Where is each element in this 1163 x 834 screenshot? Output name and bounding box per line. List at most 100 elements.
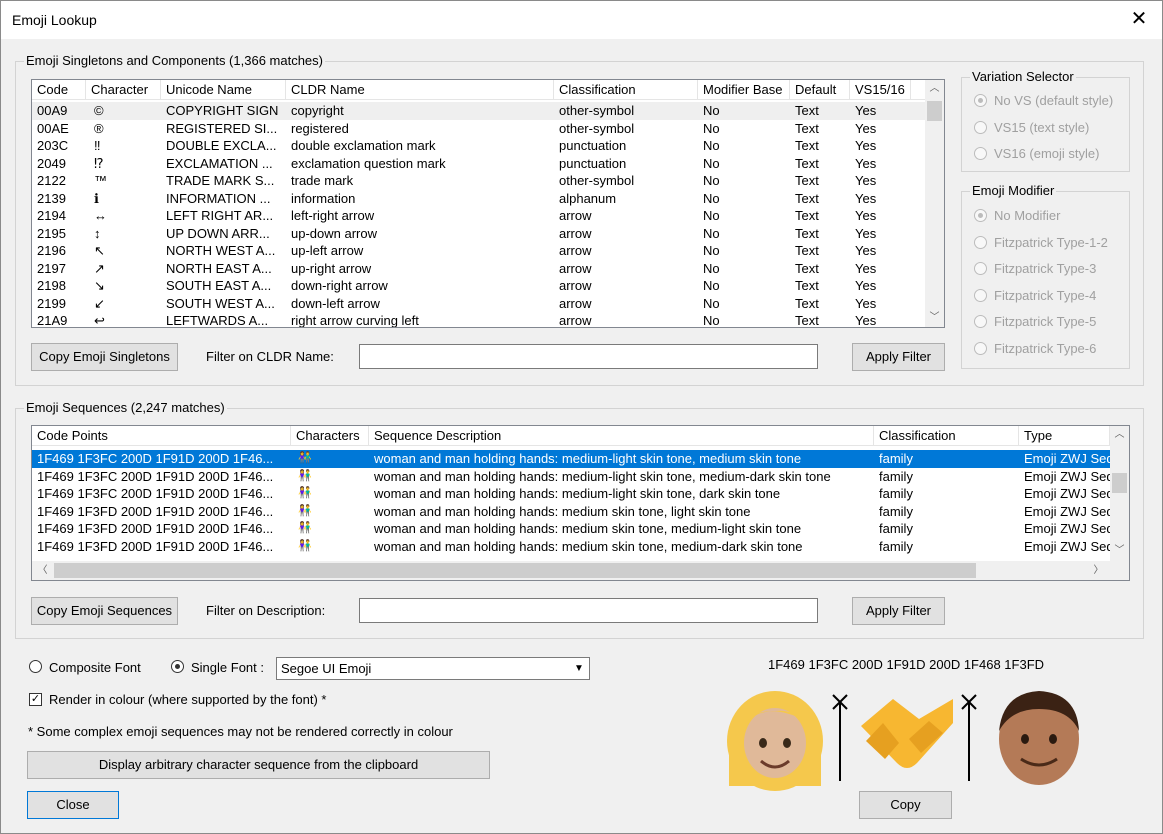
- table-row[interactable]: 1F469 1F3FC 200D 1F91D 200D 1F46... 👫 woma…: [32, 450, 1110, 468]
- apply-description-filter-button[interactable]: Apply Filter: [852, 597, 945, 625]
- table-cell: punctuation: [559, 155, 627, 171]
- table-row[interactable]: 2195 ↕ UP DOWN ARR... up-down arrow arrow No T…: [32, 225, 925, 243]
- table-row[interactable]: 2197 ↗ NORTH EAST A... up-right arrow arrow N…: [32, 260, 925, 278]
- table-row[interactable]: 2139 ℹ INFORMATION ... information alphanum N…: [32, 190, 925, 208]
- column-header[interactable]: Character: [86, 80, 161, 100]
- table-row[interactable]: 2199 ↙ SOUTH WEST A... down-left arrow arrow…: [32, 295, 925, 313]
- sequences-list[interactable]: Code Points Characters Sequence Descriptio…: [31, 425, 1130, 581]
- column-header[interactable]: Characters: [291, 426, 369, 446]
- table-cell: UP DOWN ARR...: [166, 225, 270, 241]
- scroll-up-icon[interactable]: ︿: [1111, 426, 1128, 443]
- copy-singletons-button[interactable]: Copy Emoji Singletons: [31, 343, 178, 371]
- table-cell: Text: [795, 225, 819, 241]
- table-cell: family: [879, 503, 913, 519]
- table-cell: Yes: [855, 190, 877, 206]
- column-header[interactable]: VS15/16: [850, 80, 911, 100]
- option-label: Fitzpatrick Type-5: [994, 314, 1097, 329]
- option-radio[interactable]: [974, 262, 987, 275]
- sequences-header: Code Points Characters Sequence Descriptio…: [32, 426, 1110, 446]
- table-cell: 1F469 1F3FC 200D 1F91D 200D 1F46...: [37, 451, 274, 466]
- table-row[interactable]: 00AE ® REGISTERED SI... registered other-sym…: [32, 120, 925, 138]
- column-header[interactable]: Classification: [874, 426, 1019, 446]
- table-cell: REGISTERED SI...: [166, 120, 278, 136]
- table-cell: ↗: [94, 260, 105, 276]
- table-row[interactable]: 1F469 1F3FD 200D 1F91D 200D 1F46... 👫 woma…: [32, 538, 1110, 556]
- composite-font-radio[interactable]: [29, 660, 42, 673]
- chevron-down-icon[interactable]: ▼: [569, 658, 589, 679]
- scroll-thumb[interactable]: [927, 101, 942, 121]
- column-header[interactable]: Modifier Base: [698, 80, 790, 100]
- table-row[interactable]: 203C ‼ DOUBLE EXCLA... double exclamation m…: [32, 137, 925, 155]
- column-header[interactable]: CLDR Name: [286, 80, 554, 100]
- emoji-lookup-window: Emoji Lookup ✕ Emoji Singletons and Comp…: [0, 0, 1163, 834]
- singletons-vscroll[interactable]: ︿ ﹀: [925, 80, 944, 327]
- option-radio[interactable]: [974, 94, 987, 107]
- copy-sequences-button[interactable]: Copy Emoji Sequences: [31, 597, 178, 625]
- description-filter-input[interactable]: [359, 598, 818, 623]
- table-cell: arrow: [559, 260, 592, 276]
- singletons-list[interactable]: Code Character Unicode Name CLDR Name Classi…: [31, 79, 945, 328]
- table-row[interactable]: 2122 ™ TRADE MARK S... trade mark other-symb…: [32, 172, 925, 190]
- scroll-thumb[interactable]: [54, 563, 976, 578]
- table-cell: Yes: [855, 225, 877, 241]
- table-cell: INFORMATION ...: [166, 190, 271, 206]
- scroll-left-icon[interactable]: 〈: [34, 562, 51, 579]
- option-radio[interactable]: [974, 209, 987, 222]
- scroll-up-icon[interactable]: ︿: [926, 80, 943, 97]
- table-row[interactable]: 2198 ↘ SOUTH EAST A... down-right arrow arro…: [32, 277, 925, 295]
- table-row[interactable]: 1F469 1F3FC 200D 1F91D 200D 1F46... 👫 woma…: [32, 485, 1110, 503]
- table-cell: 2194: [37, 208, 66, 223]
- cldr-filter-input[interactable]: [359, 344, 818, 369]
- table-cell: arrow: [559, 313, 592, 328]
- table-cell: 👫: [298, 452, 312, 464]
- table-row[interactable]: 00A9 © COPYRIGHT SIGN copyright other-symbol…: [32, 102, 925, 120]
- scroll-right-icon[interactable]: 〉: [1090, 562, 1107, 579]
- scroll-thumb[interactable]: [1112, 473, 1127, 493]
- option-radio[interactable]: [974, 120, 987, 134]
- table-cell: family: [879, 486, 913, 501]
- render-colour-checkbox[interactable]: ✓: [29, 693, 42, 706]
- column-header[interactable]: Code: [32, 80, 86, 100]
- column-header[interactable]: Sequence Description: [369, 426, 874, 446]
- table-cell: ‼: [94, 138, 101, 153]
- emoji-modifier-label: Emoji Modifier: [970, 183, 1057, 199]
- colour-note: * Some complex emoji sequences may not b…: [28, 724, 453, 739]
- table-cell: ®: [94, 120, 104, 136]
- column-header[interactable]: Unicode Name: [161, 80, 286, 100]
- close-button[interactable]: Close: [27, 791, 119, 819]
- copy-preview-button[interactable]: Copy: [859, 791, 952, 819]
- column-header[interactable]: Classification: [554, 80, 698, 100]
- display-clipboard-button[interactable]: Display arbitrary character sequence fro…: [27, 751, 490, 779]
- table-cell: DOUBLE EXCLA...: [166, 138, 277, 153]
- column-header[interactable]: Type: [1019, 426, 1110, 446]
- handshake-emoji-icon: [861, 699, 953, 768]
- scroll-down-icon[interactable]: ﹀: [1111, 542, 1128, 559]
- sequences-vscroll[interactable]: ︿ ﹀: [1110, 426, 1129, 561]
- scroll-down-icon[interactable]: ﹀: [926, 309, 943, 326]
- option-radio[interactable]: [974, 235, 987, 249]
- apply-cldr-filter-button[interactable]: Apply Filter: [852, 343, 945, 371]
- table-row[interactable]: 1F469 1F3FC 200D 1F91D 200D 1F46... 👫 woma…: [32, 468, 1110, 486]
- table-cell: EXCLAMATION ...: [166, 155, 273, 171]
- table-row[interactable]: 2049 ⁉ EXCLAMATION ... exclamation question…: [32, 155, 925, 173]
- table-row[interactable]: 2196 ↖ NORTH WEST A... up-left arrow arrow No…: [32, 242, 925, 260]
- column-header[interactable]: Default: [790, 80, 850, 100]
- option-radio[interactable]: [974, 341, 987, 355]
- column-header[interactable]: Code Points: [32, 426, 291, 446]
- option-radio[interactable]: [974, 147, 987, 160]
- option-radio[interactable]: [974, 288, 987, 302]
- table-row[interactable]: 1F469 1F3FD 200D 1F91D 200D 1F46... 👫 woma…: [32, 520, 1110, 538]
- font-select[interactable]: Segoe UI Emoji ▼: [276, 657, 590, 680]
- close-icon[interactable]: ✕: [1116, 1, 1162, 39]
- table-row[interactable]: 1F469 1F3FD 200D 1F91D 200D 1F46... 👫 woma…: [32, 503, 1110, 521]
- sequences-hscroll[interactable]: 〈 〉: [32, 561, 1110, 580]
- table-cell: woman and man holding hands: medium skin…: [374, 521, 802, 536]
- table-row[interactable]: 21A9 ↩ LEFTWARDS A... right arrow curving l…: [32, 312, 925, 328]
- window-title: Emoji Lookup: [12, 12, 97, 28]
- singletons-group-label: Emoji Singletons and Components (1,366 m…: [24, 53, 325, 69]
- table-row[interactable]: 2194 ↔ LEFT RIGHT AR... left-right arrow arr…: [32, 207, 925, 225]
- single-font-radio[interactable]: [171, 660, 184, 673]
- option-label: VS15 (text style): [994, 119, 1090, 135]
- render-colour-label: Render in colour (where supported by the…: [49, 692, 327, 707]
- option-radio[interactable]: [974, 315, 987, 328]
